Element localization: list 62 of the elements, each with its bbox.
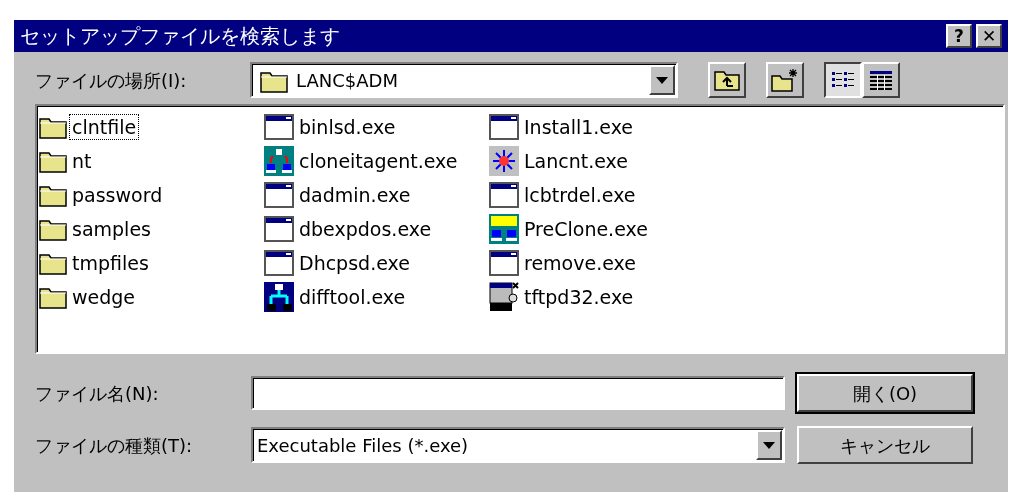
- file-item[interactable]: remove.exe: [521, 250, 639, 276]
- file-item[interactable]: nt: [69, 148, 95, 174]
- network-tree-icon: [264, 282, 294, 312]
- window-title: セットアップファイルを検索します: [20, 23, 341, 50]
- folder-icon: [260, 69, 288, 94]
- caret-icon: [763, 441, 775, 449]
- folder-icon: [39, 251, 67, 275]
- file-item[interactable]: PreClone.exe: [521, 216, 651, 242]
- folder-icon: [39, 149, 67, 173]
- up-folder-icon: [714, 69, 740, 91]
- server-icon: [489, 282, 519, 312]
- window-icon: [264, 216, 294, 242]
- file-item[interactable]: difftool.exe: [296, 284, 409, 310]
- file-type-label: ファイルの種類(T):: [35, 433, 194, 458]
- window-icon: [264, 182, 294, 208]
- file-name-label: ファイル名(N):: [35, 381, 160, 406]
- list-view-icon: [831, 70, 855, 90]
- window-icon: [264, 114, 294, 140]
- window-icon: [264, 250, 294, 276]
- window-icon: [489, 182, 519, 208]
- folder-icon: [39, 217, 67, 241]
- help-button[interactable]: ?: [946, 24, 972, 48]
- file-item[interactable]: Install1.exe: [521, 114, 637, 140]
- look-in-dropdown[interactable]: LANC$ADM: [250, 62, 678, 98]
- file-item[interactable]: samples: [69, 216, 154, 242]
- details-button[interactable]: [862, 62, 900, 98]
- open-button[interactable]: 開く(O): [797, 374, 973, 412]
- look-in-label: ファイルの場所(I):: [35, 68, 188, 93]
- file-item[interactable]: dadmin.exe: [296, 182, 414, 208]
- file-item[interactable]: Dhcpsd.exe: [296, 250, 413, 276]
- file-type-value: Executable Files (*.exe): [257, 433, 470, 458]
- file-item[interactable]: clntfile: [69, 114, 140, 140]
- file-item[interactable]: dbexpdos.exe: [296, 216, 435, 242]
- network-icon: [489, 146, 519, 176]
- file-item[interactable]: lcbtrdel.exe: [521, 182, 639, 208]
- file-item[interactable]: wedge: [69, 284, 139, 310]
- file-item[interactable]: tftpd32.exe: [521, 284, 637, 310]
- file-item[interactable]: Lancnt.exe: [521, 148, 631, 174]
- file-item[interactable]: binlsd.exe: [296, 114, 399, 140]
- details-view-icon: [869, 70, 893, 90]
- window-icon: [489, 114, 519, 140]
- cancel-button[interactable]: キャンセル: [797, 426, 973, 464]
- computers-icon: [489, 214, 519, 244]
- caret-icon: [656, 76, 668, 84]
- file-item[interactable]: tmpfiles: [69, 250, 152, 276]
- folder-icon: [39, 183, 67, 207]
- file-name-field[interactable]: [251, 376, 785, 410]
- new-folder-icon: [771, 68, 799, 92]
- folder-name: LANC$ADM: [296, 68, 399, 93]
- dropdown-arrow-button[interactable]: [756, 430, 782, 460]
- list-button[interactable]: [824, 62, 862, 98]
- file-item[interactable]: password: [69, 182, 166, 208]
- new-folder-button[interactable]: [766, 62, 804, 98]
- window-icon: [489, 250, 519, 276]
- up-button[interactable]: [708, 62, 746, 98]
- file-type-dropdown[interactable]: Executable Files (*.exe): [251, 427, 785, 463]
- folder-icon: [39, 285, 67, 309]
- folder-icon: [39, 115, 67, 139]
- file-item[interactable]: cloneitagent.exe: [296, 148, 461, 174]
- dropdown-arrow-button[interactable]: [649, 65, 675, 95]
- computers-icon: [264, 146, 294, 176]
- close-button[interactable]: ✕: [976, 24, 1002, 48]
